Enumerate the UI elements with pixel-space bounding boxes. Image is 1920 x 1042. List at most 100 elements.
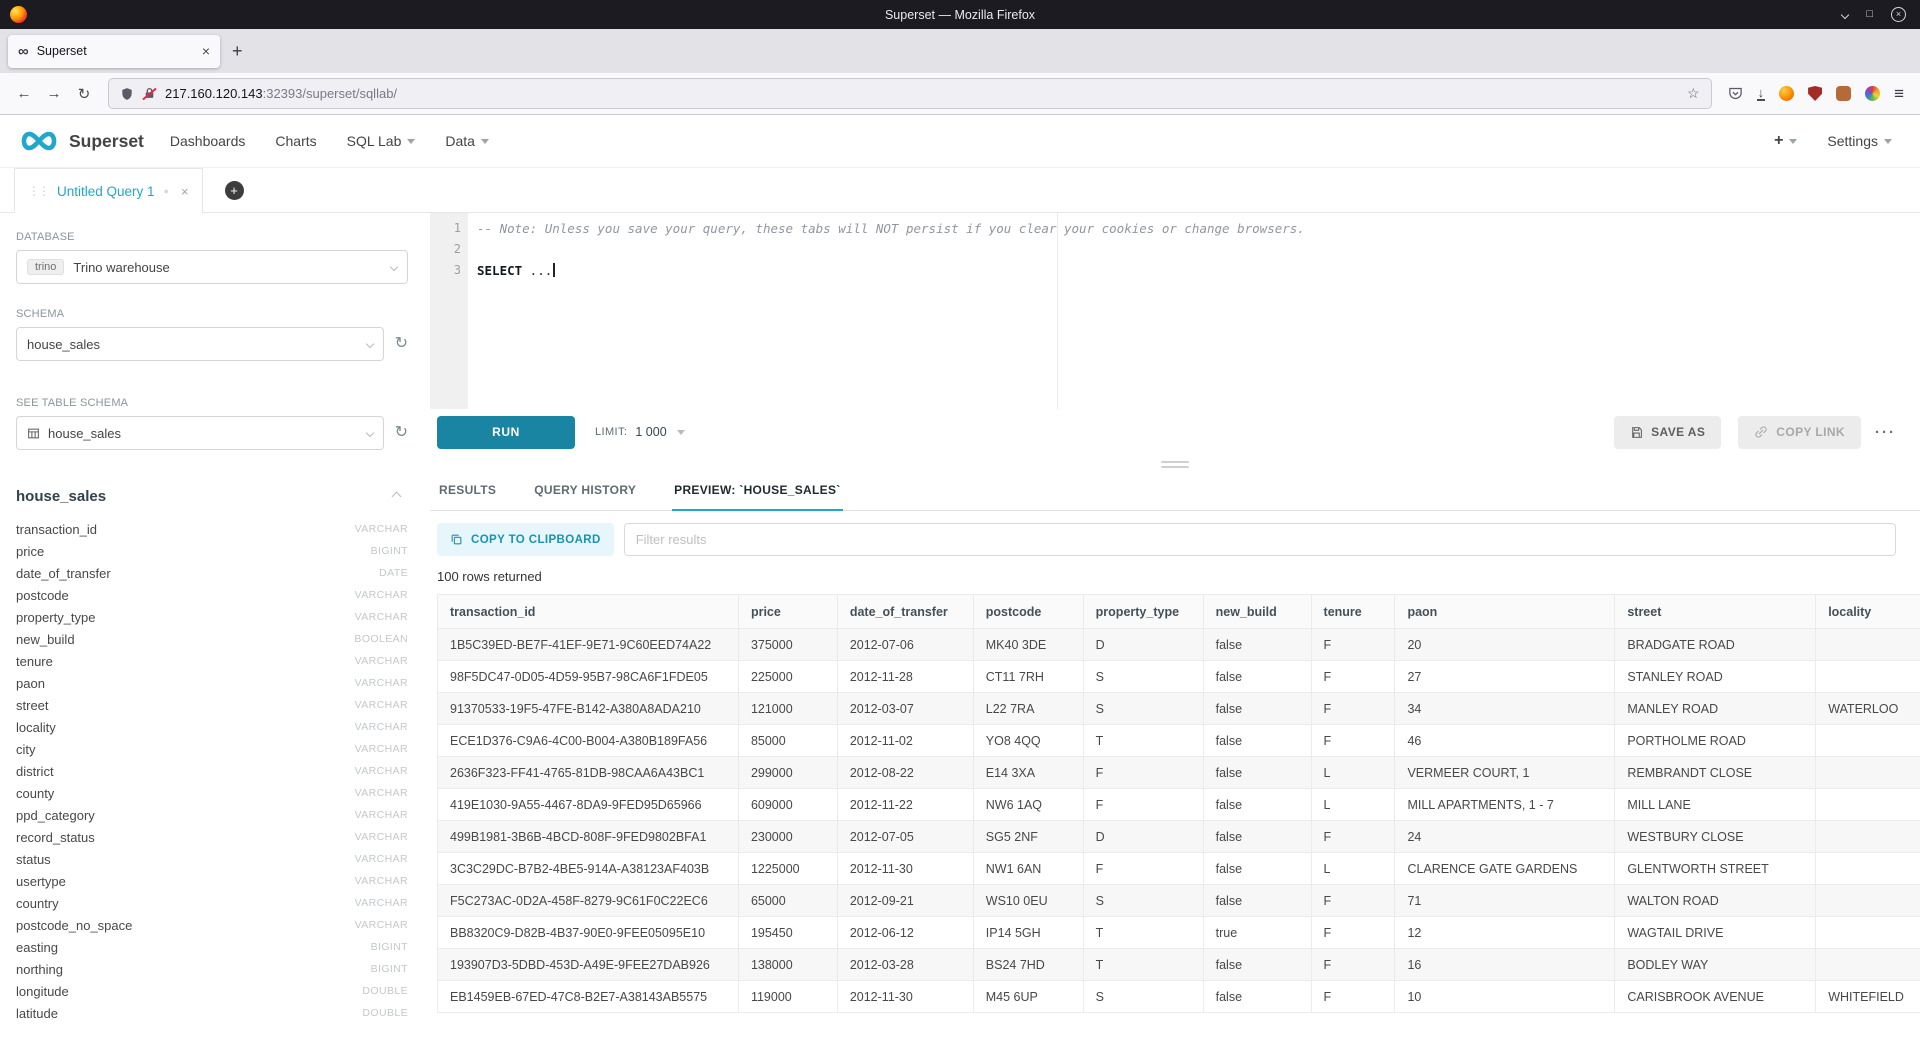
nav-item-sql-lab[interactable]: SQL Lab bbox=[347, 133, 416, 149]
schema-column-row[interactable]: longitudeDOUBLE bbox=[16, 980, 408, 1002]
schema-column-row[interactable]: latitudeDOUBLE bbox=[16, 1002, 408, 1024]
sqllab-sidebar: DATABASE trino Trino warehouse SCHEMA ho… bbox=[0, 213, 430, 1042]
pocket-icon[interactable] bbox=[1728, 86, 1743, 101]
superset-logo[interactable]: Superset bbox=[18, 129, 144, 153]
add-query-tab-button[interactable]: + bbox=[225, 181, 244, 200]
query-tab-active[interactable]: ⋮⋮ Untitled Query 1 ● × bbox=[14, 168, 203, 213]
schema-column-row[interactable]: priceBIGINT bbox=[16, 540, 408, 562]
results-row: 1B5C39ED-BE7F-41EF-9E71-9C60EED74A223750… bbox=[438, 629, 1920, 661]
panel-resize-handle[interactable] bbox=[430, 455, 1920, 473]
extension-icon-2[interactable] bbox=[1865, 86, 1880, 101]
window-minimize-button[interactable] bbox=[1842, 12, 1848, 18]
save-as-button[interactable]: SAVE AS bbox=[1614, 416, 1721, 449]
window-maximize-button[interactable]: □ bbox=[1866, 9, 1873, 20]
results-column-header[interactable]: street bbox=[1615, 595, 1816, 629]
schema-select[interactable]: house_sales bbox=[16, 327, 384, 361]
copy-link-button[interactable]: COPY LINK bbox=[1738, 416, 1861, 449]
refresh-schemas-icon[interactable]: ↻ bbox=[395, 336, 408, 352]
filter-results-input[interactable] bbox=[624, 523, 1896, 556]
schema-column-row[interactable]: tenureVARCHAR bbox=[16, 650, 408, 672]
results-cell: 2012-07-05 bbox=[837, 821, 973, 853]
results-cell: BRADGATE ROAD bbox=[1615, 629, 1816, 661]
forward-button[interactable]: → bbox=[40, 85, 68, 102]
schema-column-row[interactable]: northingBIGINT bbox=[16, 958, 408, 980]
schema-column-row[interactable]: localityVARCHAR bbox=[16, 716, 408, 738]
plus-icon: + bbox=[1774, 132, 1783, 150]
results-column-header[interactable]: property_type bbox=[1083, 595, 1203, 629]
schema-column-row[interactable]: new_buildBOOLEAN bbox=[16, 628, 408, 650]
column-name: property_type bbox=[16, 610, 96, 625]
schema-column-row[interactable]: usertypeVARCHAR bbox=[16, 870, 408, 892]
column-type: VARCHAR bbox=[355, 919, 408, 931]
extension-icon-1[interactable] bbox=[1836, 86, 1851, 101]
schema-column-row[interactable]: streetVARCHAR bbox=[16, 694, 408, 716]
column-name: usertype bbox=[16, 874, 66, 889]
close-query-tab-icon[interactable]: × bbox=[181, 184, 189, 199]
schema-column-row[interactable]: postcode_no_spaceVARCHAR bbox=[16, 914, 408, 936]
hamburger-menu-icon[interactable]: ≡ bbox=[1894, 84, 1904, 104]
back-button[interactable]: ← bbox=[10, 85, 38, 102]
schema-column-row[interactable]: property_typeVARCHAR bbox=[16, 606, 408, 628]
table-schema-panel-header[interactable]: house_sales bbox=[16, 488, 408, 505]
results-column-header[interactable]: price bbox=[738, 595, 837, 629]
copy-icon bbox=[450, 533, 463, 546]
account-icon[interactable] bbox=[1779, 86, 1794, 101]
schema-column-row[interactable]: transaction_idVARCHAR bbox=[16, 518, 408, 540]
table-select[interactable]: house_sales bbox=[16, 416, 384, 450]
insecure-lock-icon[interactable] bbox=[143, 87, 156, 100]
more-options-button[interactable]: ··· bbox=[1875, 424, 1896, 441]
schema-column-row[interactable]: eastingBIGINT bbox=[16, 936, 408, 958]
limit-dropdown[interactable]: LIMIT: 1 000 bbox=[595, 425, 685, 439]
browser-tab-superset[interactable]: ∞ Superset × bbox=[8, 35, 220, 68]
adblock-extension-icon[interactable] bbox=[1808, 86, 1822, 101]
drag-handle-icon[interactable]: ⋮⋮ bbox=[28, 184, 48, 198]
schema-column-row[interactable]: record_statusVARCHAR bbox=[16, 826, 408, 848]
results-cell: VERMEER COURT, 1 bbox=[1395, 757, 1615, 789]
schema-column-row[interactable]: postcodeVARCHAR bbox=[16, 584, 408, 606]
sql-editor[interactable]: -- Note: Unless you save your query, the… bbox=[468, 213, 1920, 409]
results-table-wrap[interactable]: transaction_idpricedate_of_transferpostc… bbox=[437, 594, 1920, 1042]
results-row: BB8320C9-D82B-4B37-90E0-9FEE05095E101954… bbox=[438, 917, 1920, 949]
downloads-icon[interactable]: ↓ bbox=[1757, 87, 1766, 101]
schema-column-row[interactable]: ppd_categoryVARCHAR bbox=[16, 804, 408, 826]
collapse-chevron-icon[interactable] bbox=[392, 492, 402, 502]
refresh-tables-icon[interactable]: ↻ bbox=[395, 425, 408, 441]
database-engine-badge: trino bbox=[27, 259, 64, 275]
results-column-header[interactable]: paon bbox=[1395, 595, 1615, 629]
url-bar[interactable]: 217.160.120.143:32393/superset/sqllab/ ☆ bbox=[108, 78, 1712, 109]
run-query-button[interactable]: RUN bbox=[437, 416, 575, 449]
nav-item-charts[interactable]: Charts bbox=[275, 133, 316, 149]
results-tab-results[interactable]: RESULTS bbox=[437, 473, 498, 510]
schema-column-row[interactable]: countryVARCHAR bbox=[16, 892, 408, 914]
tracking-shield-icon[interactable] bbox=[120, 87, 134, 101]
results-column-header[interactable]: locality bbox=[1816, 595, 1920, 629]
nav-item-data[interactable]: Data bbox=[445, 133, 489, 149]
schema-column-row[interactable]: statusVARCHAR bbox=[16, 848, 408, 870]
settings-menu[interactable]: Settings bbox=[1827, 133, 1892, 149]
results-tab-query-history[interactable]: QUERY HISTORY bbox=[532, 473, 638, 510]
database-select[interactable]: trino Trino warehouse bbox=[16, 250, 408, 284]
schema-column-row[interactable]: cityVARCHAR bbox=[16, 738, 408, 760]
copy-to-clipboard-button[interactable]: COPY TO CLIPBOARD bbox=[437, 523, 614, 556]
add-new-button[interactable]: + bbox=[1774, 132, 1797, 150]
bookmark-star-icon[interactable]: ☆ bbox=[1687, 85, 1700, 102]
reload-button[interactable]: ↻ bbox=[70, 85, 98, 103]
results-column-header[interactable]: postcode bbox=[973, 595, 1083, 629]
schema-column-row[interactable]: date_of_transferDATE bbox=[16, 562, 408, 584]
results-column-header[interactable]: tenure bbox=[1311, 595, 1395, 629]
results-column-header[interactable]: date_of_transfer bbox=[837, 595, 973, 629]
results-cell: 2012-11-30 bbox=[837, 981, 973, 1013]
results-cell: 16 bbox=[1395, 949, 1615, 981]
schema-column-row[interactable]: districtVARCHAR bbox=[16, 760, 408, 782]
schema-column-row[interactable]: paonVARCHAR bbox=[16, 672, 408, 694]
results-tab-preview[interactable]: PREVIEW: `HOUSE_SALES` bbox=[672, 473, 842, 510]
results-column-header[interactable]: new_build bbox=[1203, 595, 1311, 629]
settings-label: Settings bbox=[1827, 133, 1878, 149]
nav-item-dashboards[interactable]: Dashboards bbox=[170, 133, 246, 149]
tab-close-icon[interactable]: × bbox=[202, 43, 210, 59]
window-close-button[interactable]: × bbox=[1891, 7, 1906, 22]
new-tab-button[interactable]: + bbox=[232, 41, 243, 62]
schema-column-row[interactable]: countyVARCHAR bbox=[16, 782, 408, 804]
results-column-header[interactable]: transaction_id bbox=[438, 595, 739, 629]
firefox-logo-icon bbox=[10, 6, 27, 23]
